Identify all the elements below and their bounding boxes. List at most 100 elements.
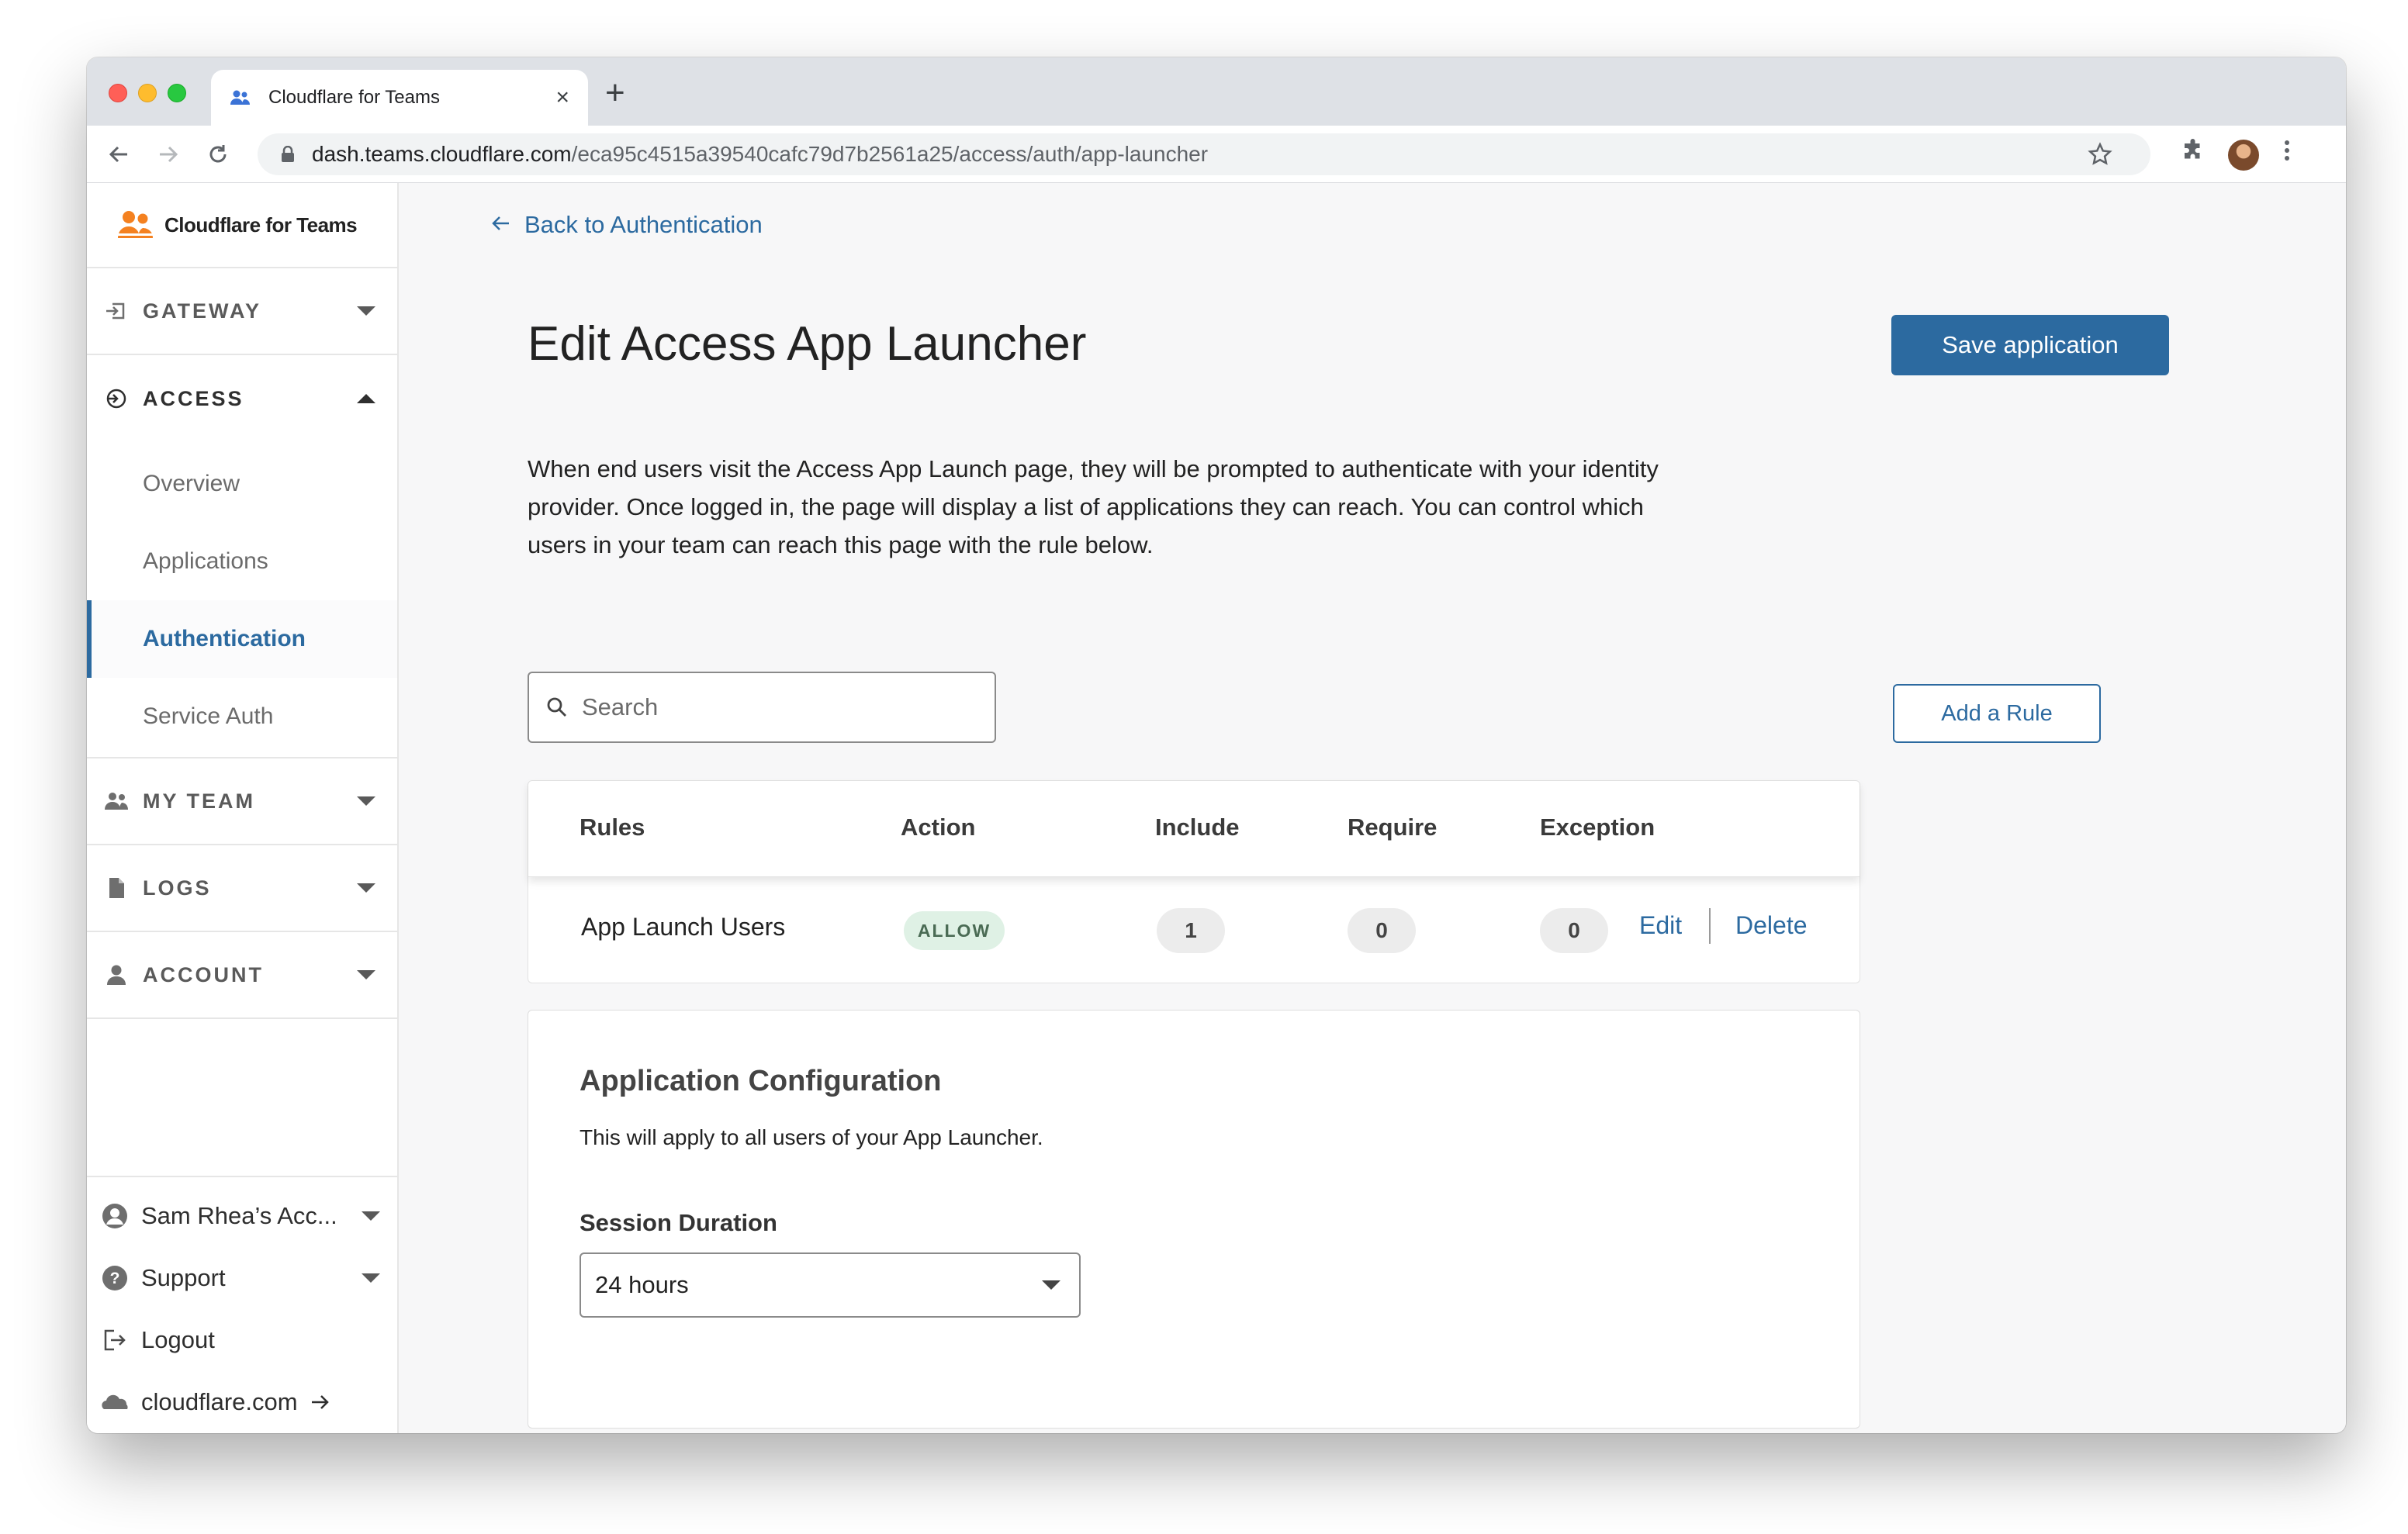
- browser-toolbar: dash.teams.cloudflare.com/eca95c4515a395…: [87, 126, 2346, 183]
- exception-count-badge: 0: [1540, 908, 1608, 953]
- column-header-include[interactable]: Include: [1155, 814, 1240, 841]
- action-badge-allow: ALLOW: [904, 911, 1005, 950]
- logout-icon: [99, 1325, 130, 1356]
- cloud-icon: [99, 1387, 130, 1418]
- account-switcher[interactable]: Sam Rhea’s Acc...: [87, 1185, 397, 1247]
- account-circle-icon: [99, 1201, 130, 1232]
- browser-tab[interactable]: Cloudflare for Teams ×: [211, 70, 588, 126]
- forward-arrow-icon[interactable]: [150, 136, 186, 172]
- sidebar: Cloudflare for Teams GATEWAY ACCESS Over…: [87, 183, 399, 1433]
- logout-label: Logout: [141, 1326, 215, 1353]
- session-duration-select[interactable]: 24 hours: [580, 1252, 1081, 1318]
- tab-title: Cloudflare for Teams: [268, 87, 440, 108]
- back-link-label: Back to Authentication: [524, 211, 763, 238]
- chevron-down-icon: [362, 1211, 380, 1221]
- sidebar-footer: Sam Rhea’s Acc... ? Support Logout cloud…: [87, 1176, 397, 1433]
- gateway-icon: [101, 299, 132, 323]
- support-menu[interactable]: ? Support: [87, 1247, 397, 1309]
- include-count-badge: 1: [1157, 908, 1225, 953]
- help-circle-icon: ?: [99, 1263, 130, 1294]
- card-subtitle: This will apply to all users of your App…: [580, 1125, 1043, 1149]
- session-duration-label: Session Duration: [580, 1209, 777, 1236]
- chevron-down-icon: [357, 883, 375, 893]
- sidebar-item-authentication[interactable]: Authentication: [87, 600, 397, 678]
- extensions-puzzle-icon[interactable]: [2180, 136, 2208, 168]
- browser-window: Cloudflare for Teams × + dash.teams.clou…: [87, 57, 2346, 1433]
- search-input[interactable]: [582, 693, 954, 721]
- sidebar-item-overview[interactable]: Overview: [87, 445, 397, 523]
- sidebar-item-service-auth[interactable]: Service Auth: [87, 678, 397, 755]
- user-icon: [101, 963, 132, 986]
- lock-icon: [282, 146, 294, 162]
- action-divider: [1709, 908, 1711, 944]
- support-label: Support: [141, 1264, 226, 1291]
- brand-logo[interactable]: Cloudflare for Teams: [87, 183, 397, 268]
- chevron-down-icon: [357, 970, 375, 979]
- chevron-down-icon: [357, 306, 375, 316]
- chevron-down-icon: [362, 1273, 380, 1283]
- nav-section-logs[interactable]: LOGS: [87, 845, 397, 932]
- search-box[interactable]: [528, 672, 996, 743]
- nav-section-label: ACCOUNT: [143, 962, 264, 986]
- nav-section-account[interactable]: ACCOUNT: [87, 932, 397, 1019]
- access-submenu: Overview Applications Authentication Ser…: [87, 442, 397, 758]
- column-header-exception[interactable]: Exception: [1540, 814, 1655, 841]
- close-window-button[interactable]: [109, 84, 127, 102]
- table-header: Rules Action Include Require Exception: [528, 781, 1860, 877]
- chevron-up-icon: [357, 394, 375, 403]
- main-content: Back to Authentication Edit Access App L…: [399, 183, 2346, 1433]
- address-bar[interactable]: dash.teams.cloudflare.com/eca95c4515a395…: [258, 133, 2150, 175]
- document-icon: [101, 876, 132, 900]
- nav-section-access[interactable]: ACCESS: [87, 355, 397, 442]
- chevron-down-icon: [357, 796, 375, 806]
- browser-menu-icon[interactable]: [2282, 136, 2292, 168]
- cloudflare-site-link[interactable]: cloudflare.com: [87, 1371, 397, 1433]
- bookmark-star-icon[interactable]: [2087, 141, 2113, 168]
- rule-name: App Launch Users: [581, 913, 786, 941]
- brand-name: Cloudflare for Teams: [164, 212, 358, 237]
- delete-rule-link[interactable]: Delete: [1735, 911, 1808, 940]
- svg-text:?: ?: [110, 1270, 120, 1287]
- require-count-badge: 0: [1348, 908, 1416, 953]
- edit-rule-link[interactable]: Edit: [1639, 911, 1682, 940]
- site-link-label: cloudflare.com: [141, 1388, 298, 1415]
- arrow-right-icon: [310, 1394, 330, 1411]
- column-header-rules[interactable]: Rules: [580, 814, 645, 841]
- application-configuration-card: Application Configuration This will appl…: [528, 1010, 1860, 1429]
- chevron-down-icon: [1042, 1280, 1060, 1290]
- table-row: App Launch Users ALLOW 1 0 0 Edit Delete: [528, 877, 1860, 984]
- access-icon: [101, 387, 132, 410]
- url-text: dash.teams.cloudflare.com/eca95c4515a395…: [312, 142, 1208, 167]
- arrow-left-icon: [490, 212, 510, 237]
- tab-strip: Cloudflare for Teams × +: [87, 57, 2346, 126]
- logout-link[interactable]: Logout: [87, 1309, 397, 1371]
- nav-section-my-team[interactable]: MY TEAM: [87, 758, 397, 845]
- column-header-require[interactable]: Require: [1348, 814, 1437, 841]
- page-description: When end users visit the Access App Laun…: [528, 455, 1659, 558]
- back-arrow-icon[interactable]: [101, 136, 137, 172]
- url-path: /eca95c4515a39540cafc79d7b2561a25/access…: [571, 142, 1209, 166]
- sidebar-item-applications[interactable]: Applications: [87, 523, 397, 600]
- account-name: Sam Rhea’s Acc...: [141, 1202, 337, 1229]
- minimize-window-button[interactable]: [138, 84, 157, 102]
- new-tab-button[interactable]: +: [605, 76, 625, 110]
- back-to-authentication-link[interactable]: Back to Authentication: [490, 211, 763, 239]
- maximize-window-button[interactable]: [168, 84, 186, 102]
- nav-section-label: ACCESS: [143, 386, 244, 410]
- url-host: dash.teams.cloudflare.com: [312, 142, 572, 166]
- nav-section-gateway[interactable]: GATEWAY: [87, 268, 397, 355]
- save-application-button[interactable]: Save application: [1891, 315, 2169, 375]
- column-header-action[interactable]: Action: [901, 814, 975, 841]
- search-icon: [546, 696, 568, 718]
- nav-section-label: GATEWAY: [143, 299, 262, 323]
- reload-icon[interactable]: [200, 136, 236, 172]
- add-rule-button[interactable]: Add a Rule: [1893, 684, 2101, 743]
- team-icon: [101, 789, 132, 813]
- nav-section-label: MY TEAM: [143, 789, 256, 813]
- card-title: Application Configuration: [580, 1065, 942, 1097]
- close-tab-icon[interactable]: ×: [555, 86, 569, 109]
- profile-avatar[interactable]: [2228, 140, 2259, 171]
- rules-table: Rules Action Include Require Exception A…: [528, 780, 1860, 983]
- session-duration-value: 24 hours: [595, 1271, 689, 1298]
- cloudflare-teams-logo-icon: [116, 211, 155, 238]
